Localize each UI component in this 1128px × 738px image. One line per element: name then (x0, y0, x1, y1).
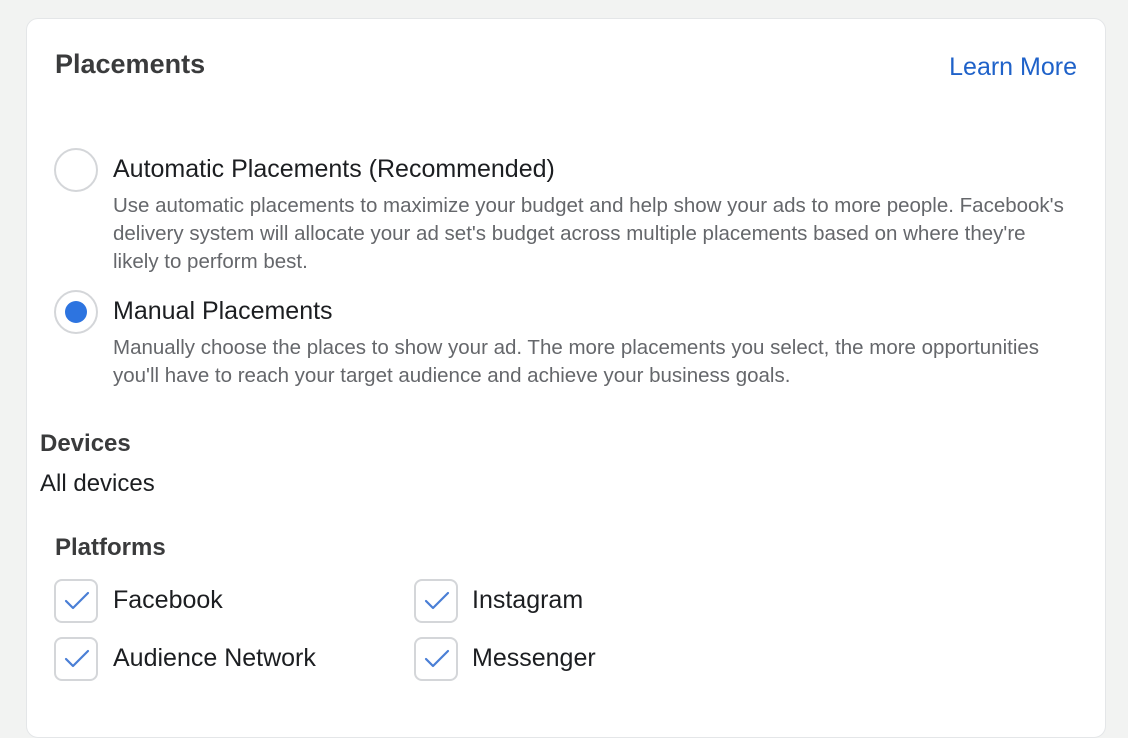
manual-placements-label[interactable]: Manual Placements (113, 295, 333, 327)
automatic-placements-radio[interactable] (54, 148, 98, 192)
placements-card: Placements Learn More Automatic Placemen… (26, 18, 1106, 738)
devices-value: All devices (40, 470, 155, 497)
instagram-label[interactable]: Instagram (472, 584, 583, 616)
facebook-checkbox[interactable] (54, 579, 98, 623)
check-icon (424, 591, 450, 610)
devices-label: Devices (40, 430, 131, 457)
check-icon (424, 649, 450, 668)
automatic-placements-label[interactable]: Automatic Placements (Recommended) (113, 153, 555, 185)
facebook-label[interactable]: Facebook (113, 584, 223, 616)
check-icon (64, 591, 90, 610)
section-title: Placements (55, 49, 206, 79)
platforms-label: Platforms (55, 534, 166, 561)
messenger-label[interactable]: Messenger (472, 642, 596, 674)
audience-network-label[interactable]: Audience Network (113, 642, 316, 674)
manual-placements-description: Manually choose the places to show your … (113, 336, 1040, 387)
automatic-placements-description: Use automatic placements to maximize you… (113, 194, 1064, 273)
check-icon (64, 649, 90, 668)
messenger-checkbox[interactable] (414, 637, 458, 681)
learn-more-link[interactable]: Learn More (949, 51, 1077, 83)
instagram-checkbox[interactable] (414, 579, 458, 623)
manual-placements-radio[interactable] (54, 290, 98, 334)
audience-network-checkbox[interactable] (54, 637, 98, 681)
